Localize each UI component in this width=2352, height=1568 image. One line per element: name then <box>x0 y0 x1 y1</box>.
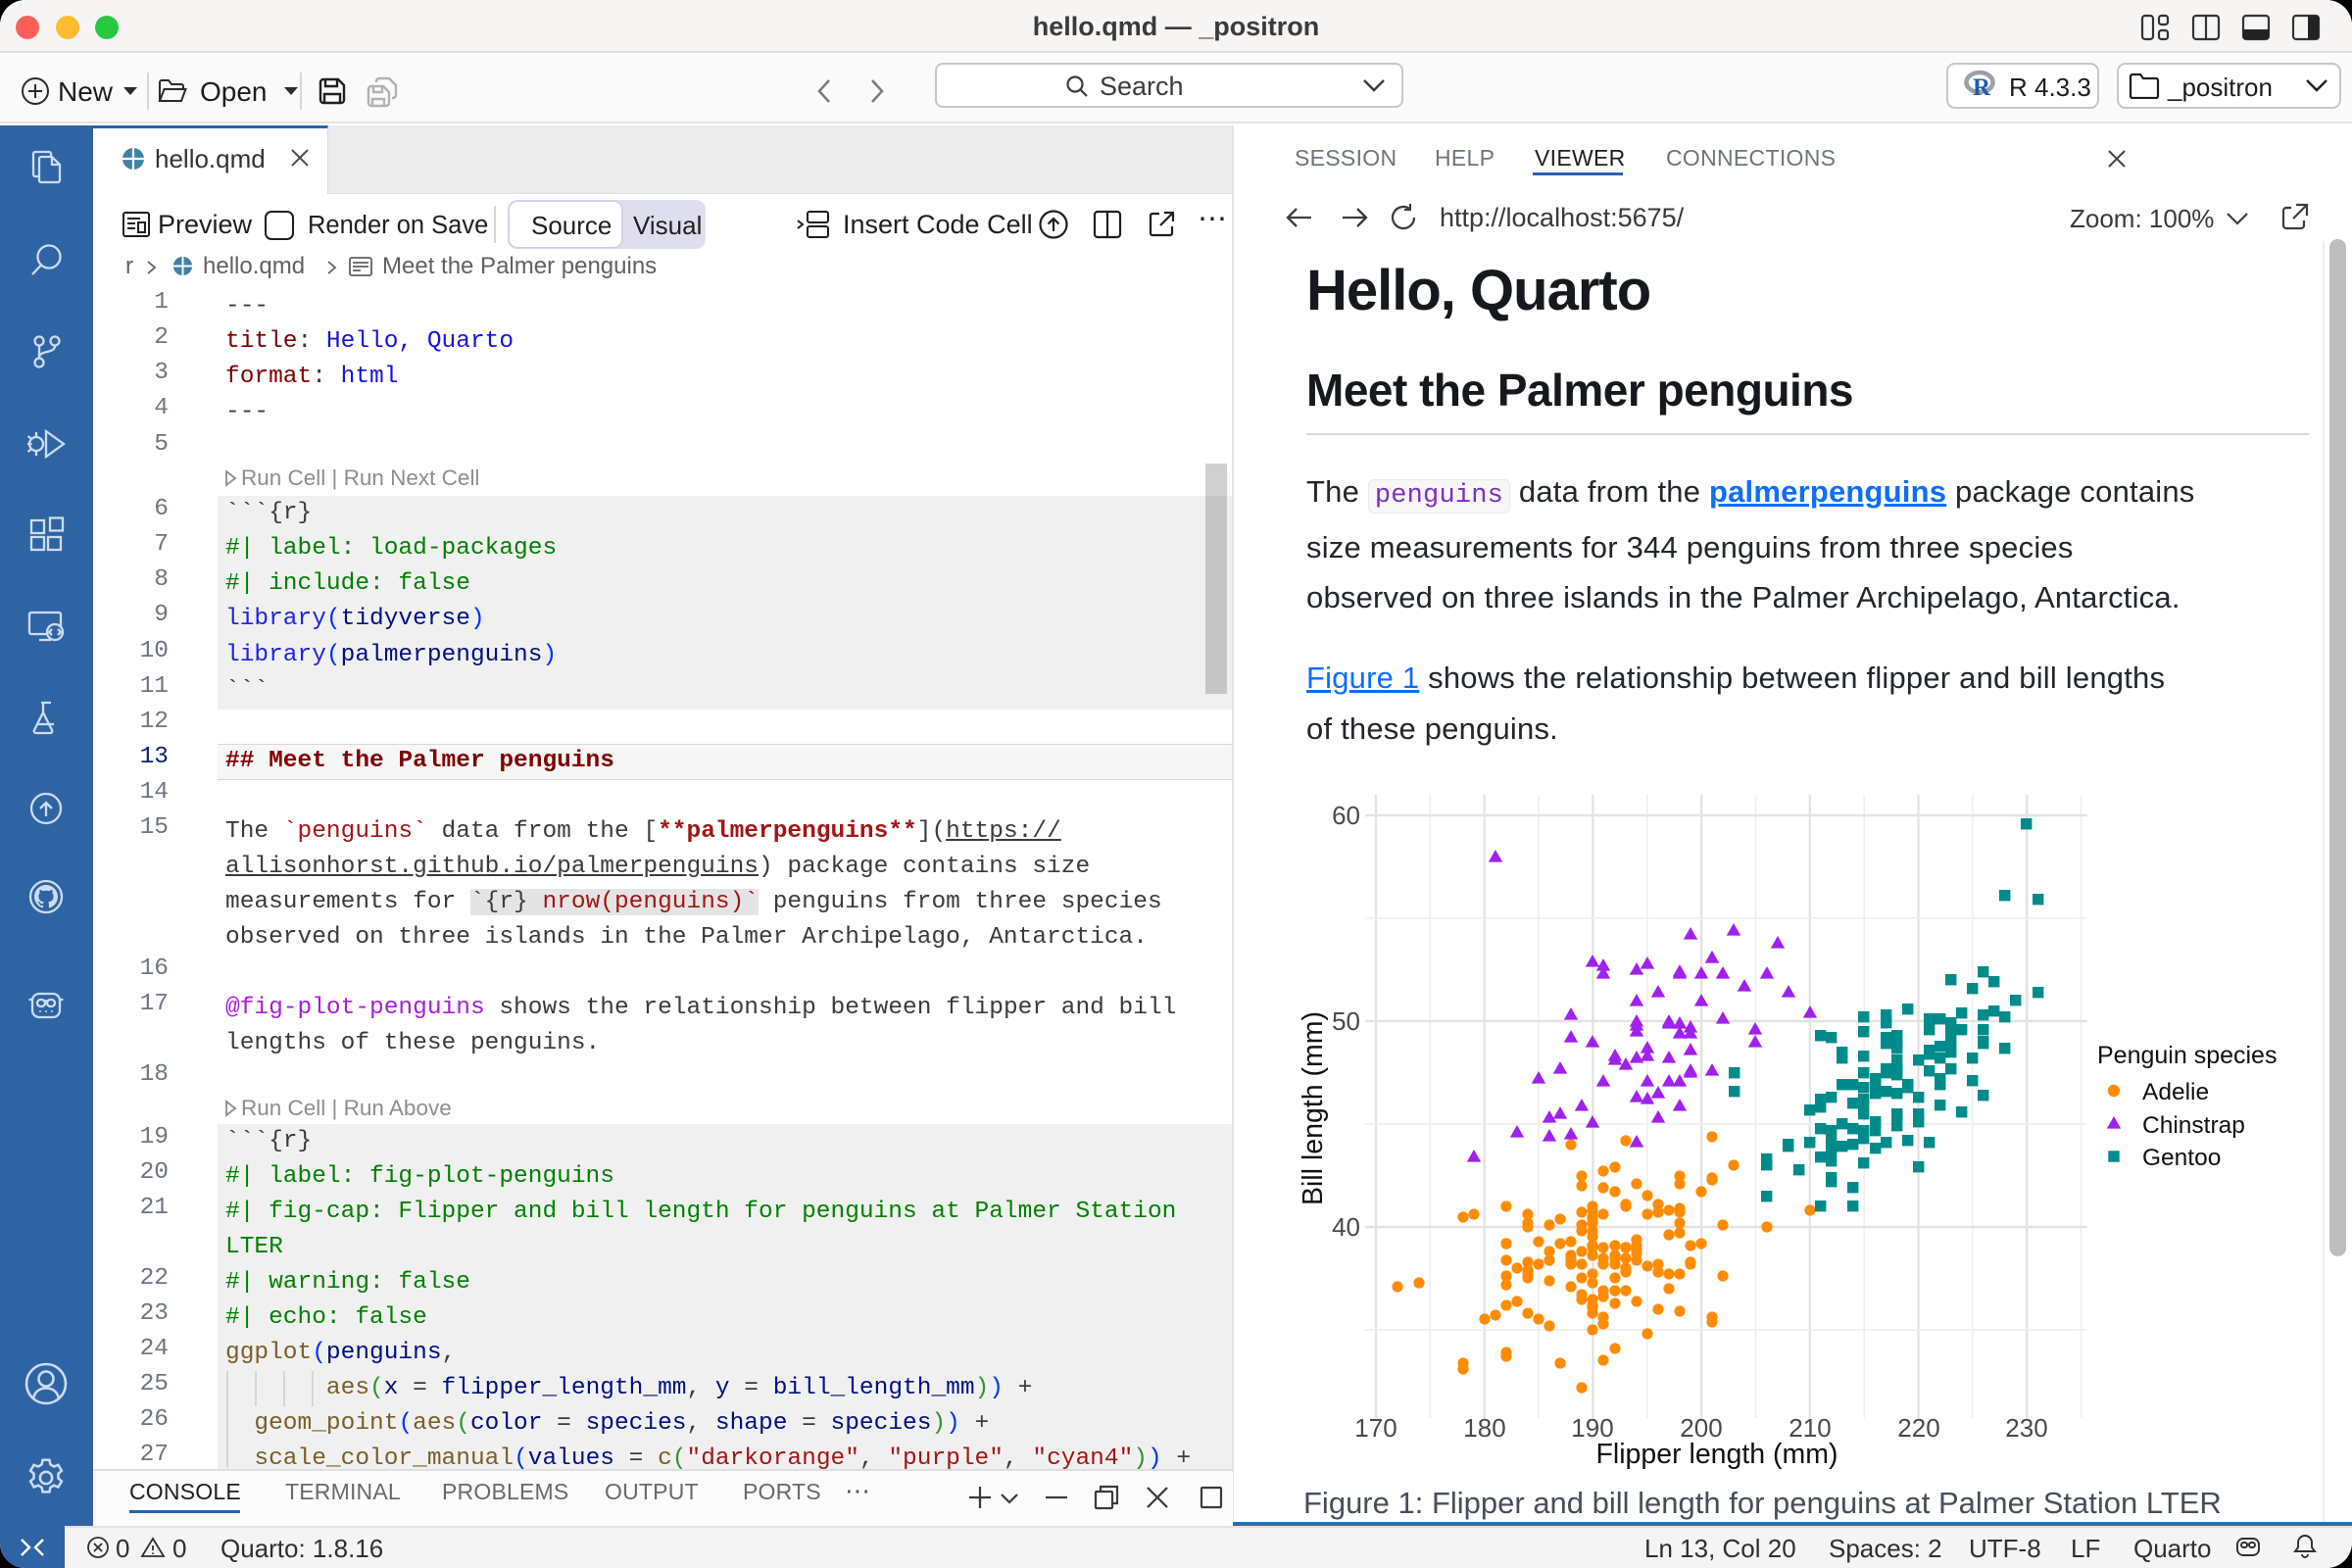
svg-text:Chinstrap: Chinstrap <box>2142 1112 2245 1139</box>
svg-text:170: 170 <box>1354 1413 1396 1443</box>
svg-text:Bill length (mm): Bill length (mm) <box>1298 1011 1329 1205</box>
svg-text:60: 60 <box>1332 801 1360 830</box>
svg-text:Adelie: Adelie <box>2142 1079 2209 1105</box>
svg-text:Penguin species: Penguin species <box>2097 1042 2277 1069</box>
svg-text:180: 180 <box>1463 1413 1505 1443</box>
svg-text:Gentoo: Gentoo <box>2142 1145 2221 1171</box>
svg-text:230: 230 <box>2005 1413 2047 1443</box>
svg-text:Flipper length (mm): Flipper length (mm) <box>1595 1439 1838 1470</box>
svg-text:50: 50 <box>1332 1006 1360 1036</box>
svg-text:40: 40 <box>1332 1212 1360 1242</box>
svg-text:220: 220 <box>1897 1413 1939 1443</box>
